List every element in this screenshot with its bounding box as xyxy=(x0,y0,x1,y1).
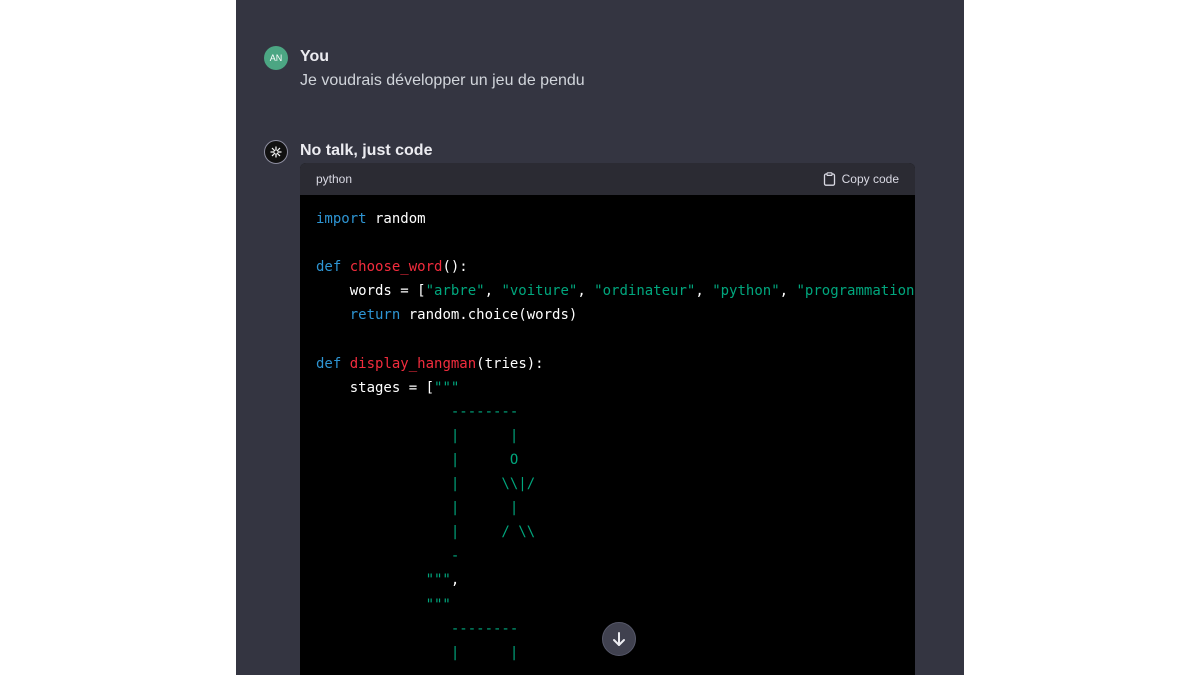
clipboard-icon xyxy=(823,172,835,186)
code-line: """ xyxy=(316,593,899,617)
code-line: return random.choice(words) xyxy=(316,303,899,327)
code-token: random.choice(words) xyxy=(400,307,578,324)
code-token: random xyxy=(366,211,426,227)
code-token: | \\|/ xyxy=(316,476,536,493)
code-line: def display_hangman(tries): xyxy=(316,352,899,376)
code-line: | O xyxy=(316,448,899,472)
chat-window: AN You Je voudrais développer un jeu de … xyxy=(236,0,964,675)
code-token: | / \\ xyxy=(316,524,536,541)
code-token: """ xyxy=(316,596,451,613)
user-author-name: You xyxy=(300,48,330,65)
copy-code-label: Copy code xyxy=(841,172,899,186)
code-line: """, xyxy=(316,568,899,592)
code-line: stages = [""" xyxy=(316,376,899,400)
code-token: , xyxy=(577,283,595,300)
code-token: import xyxy=(316,211,367,227)
code-token: -------- xyxy=(316,403,519,420)
code-token: def xyxy=(316,259,342,276)
code-token: "voiture" xyxy=(501,283,578,300)
code-token: choose_word xyxy=(349,259,443,276)
assistant-author-name: No talk, just code xyxy=(300,142,433,159)
code-token: | | xyxy=(316,644,519,661)
code-token: words = [ xyxy=(316,283,426,300)
code-token: def xyxy=(316,355,342,372)
code-block: python Copy code import random def choos… xyxy=(300,163,915,675)
code-content: import random def choose_word(): words =… xyxy=(300,195,915,675)
openai-logo-icon xyxy=(270,146,282,158)
code-line: | \\|/ xyxy=(316,472,899,496)
code-line: | | xyxy=(316,424,899,448)
code-line: | / \\ xyxy=(316,520,899,544)
code-line: def choose_word(): xyxy=(316,255,899,279)
code-token: return xyxy=(349,307,401,324)
code-line: | | xyxy=(316,496,899,520)
code-token: | | xyxy=(316,427,519,444)
code-token: , xyxy=(484,283,502,300)
code-token: "programmation xyxy=(796,283,915,300)
code-language-label: python xyxy=(316,172,353,186)
code-token: -------- xyxy=(316,620,519,637)
code-token: "ordinateur" xyxy=(594,283,696,300)
code-token: """ xyxy=(316,572,451,589)
code-token: """ xyxy=(434,379,460,396)
code-token: display_hangman xyxy=(349,355,477,372)
code-token: (): xyxy=(442,259,468,276)
code-token: | O xyxy=(316,451,519,468)
user-message-text: Je voudrais développer un jeu de pendu xyxy=(300,72,585,89)
code-line: - xyxy=(316,544,899,568)
code-line: -------- xyxy=(316,400,899,424)
code-token: , xyxy=(695,283,713,300)
code-token: , xyxy=(779,283,797,300)
code-token: - xyxy=(316,548,460,565)
arrow-down-icon xyxy=(613,632,625,646)
code-token: | | xyxy=(316,500,519,517)
code-token: "arbre" xyxy=(425,283,485,300)
code-token: , xyxy=(450,572,460,589)
scroll-to-bottom-button[interactable] xyxy=(602,622,636,656)
user-avatar: AN xyxy=(264,46,288,70)
code-block-header: python Copy code xyxy=(300,163,915,195)
code-token: (tries): xyxy=(476,355,544,372)
copy-code-button[interactable]: Copy code xyxy=(823,172,899,186)
code-line: import random xyxy=(316,207,899,231)
code-token: stages = [ xyxy=(316,379,435,396)
code-token: "python" xyxy=(712,283,780,300)
assistant-avatar xyxy=(264,140,288,164)
code-line: words = ["arbre", "voiture", "ordinateur… xyxy=(316,279,915,303)
